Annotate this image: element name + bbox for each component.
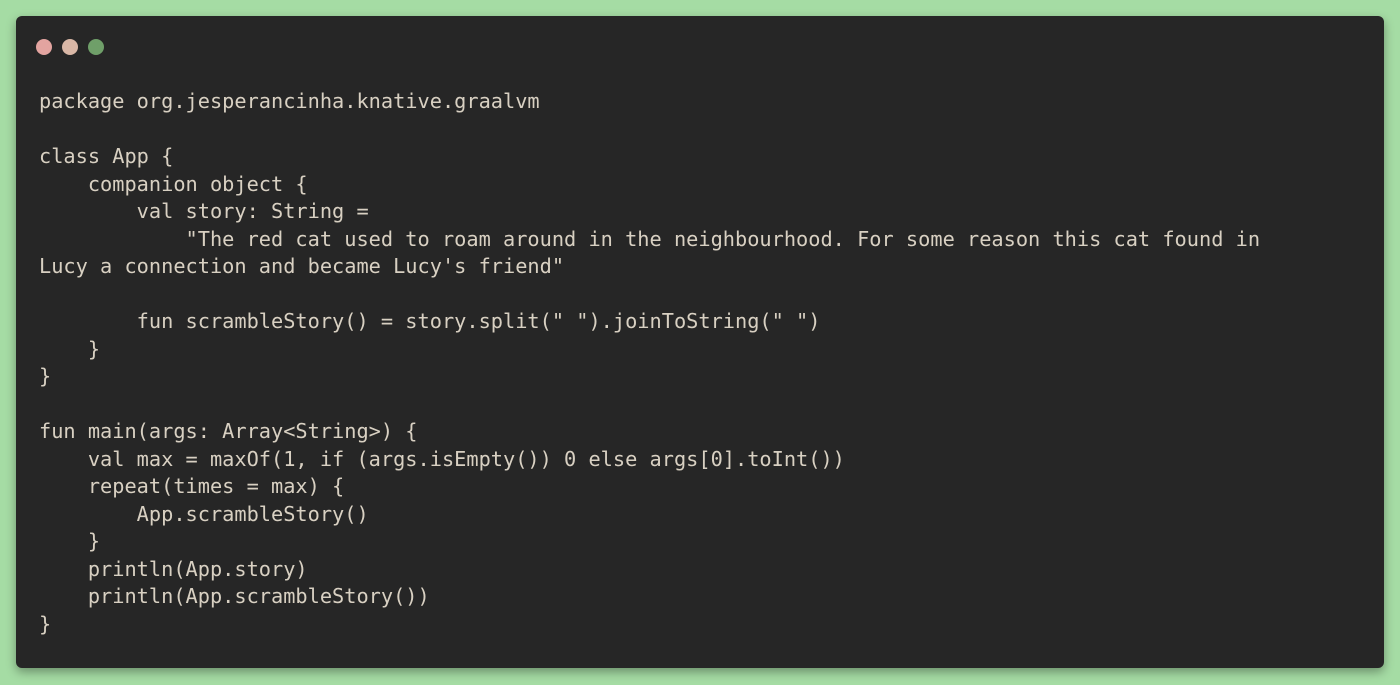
- code-line: package org.jesperancinha.knative.graalv…: [39, 89, 540, 113]
- code-line: val story: String =: [39, 199, 369, 223]
- minimize-button[interactable]: [62, 39, 78, 55]
- code-line: }: [39, 336, 101, 361]
- window-controls: [36, 39, 104, 55]
- code-line: fun scrambleStory() = story.split(" ").j…: [39, 309, 821, 333]
- code-line: }: [39, 364, 52, 388]
- code-line: Lucy a connection and became Lucy's frie…: [39, 254, 565, 278]
- code-line: val max = maxOf(1, if (args.isEmpty()) 0…: [39, 446, 845, 471]
- code-line: fun main(args: Array<String>) {: [39, 419, 418, 443]
- code-line: }: [39, 611, 52, 636]
- code-line: println(App.scrambleStory()): [39, 584, 430, 608]
- maximize-button[interactable]: [88, 39, 104, 55]
- code-line: println(App.story): [39, 556, 308, 581]
- code-line: companion object {: [39, 171, 308, 196]
- code-block: package org.jesperancinha.knative.graalv…: [39, 88, 1369, 638]
- code-line: repeat(times = max) {: [39, 474, 345, 498]
- code-window: package org.jesperancinha.knative.graalv…: [16, 16, 1384, 668]
- code-line: }: [39, 529, 101, 553]
- code-line: class App {: [39, 144, 174, 168]
- code-line: App.scrambleStory(): [39, 501, 369, 526]
- close-button[interactable]: [36, 39, 52, 55]
- code-line: "The red cat used to roam around in the …: [39, 226, 1261, 251]
